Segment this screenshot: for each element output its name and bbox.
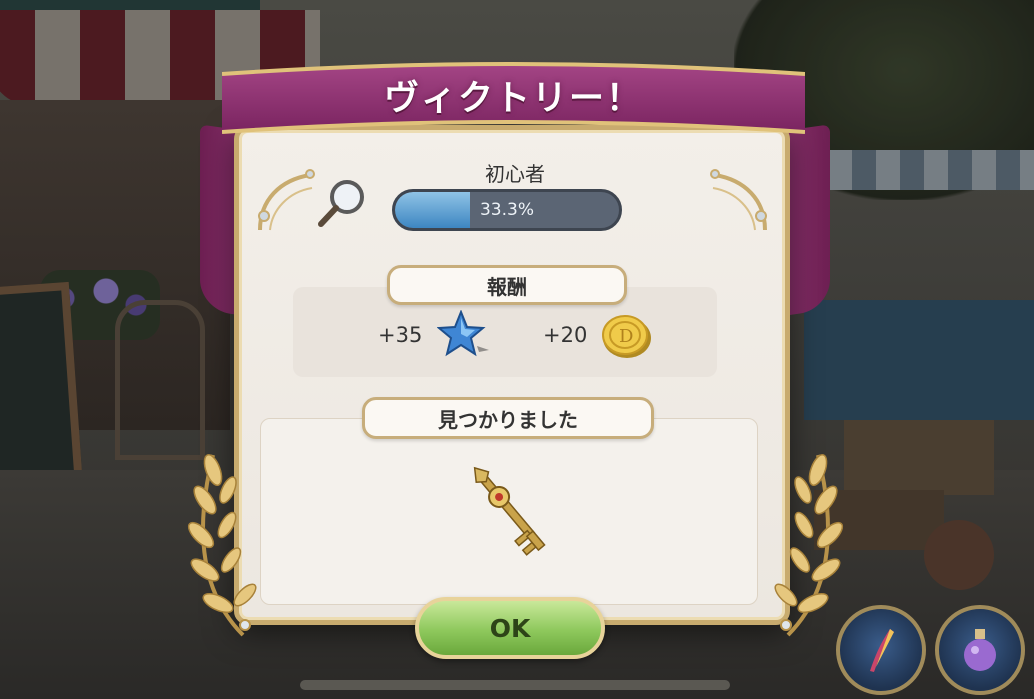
hint-button[interactable] bbox=[836, 605, 926, 695]
svg-text:D: D bbox=[619, 326, 633, 347]
ok-button[interactable]: OK bbox=[415, 597, 605, 659]
ok-button-label: OK bbox=[489, 613, 531, 643]
flower-pot bbox=[924, 520, 994, 590]
cafe-chair bbox=[115, 300, 205, 460]
chalkboard-sign bbox=[0, 281, 84, 495]
ornate-key-icon bbox=[473, 466, 546, 556]
found-heading: 見つかりました bbox=[362, 397, 654, 439]
rank-progress-bar: 33.3% bbox=[392, 189, 622, 231]
reward-heading-label: 報酬 bbox=[487, 274, 527, 299]
victory-title: ヴィクトリー！ bbox=[383, 79, 643, 119]
laurel-icon bbox=[187, 454, 257, 637]
found-heading-label: 見つかりました bbox=[438, 407, 578, 432]
market-stall bbox=[804, 300, 1034, 420]
coin-reward-amount: +20 bbox=[543, 323, 588, 347]
crate bbox=[844, 420, 994, 495]
potion-icon bbox=[964, 629, 996, 671]
star-reward-amount: +35 bbox=[378, 323, 423, 347]
stall-awning bbox=[804, 150, 1034, 190]
rank-progress-text: 33.3% bbox=[479, 200, 534, 220]
magnifier-icon bbox=[318, 180, 364, 227]
bottom-handle-bar bbox=[300, 680, 730, 690]
hint-feather-icon bbox=[870, 629, 894, 672]
corner-ornament-icon bbox=[710, 169, 767, 231]
coin-icon: D bbox=[602, 315, 651, 358]
reward-heading: 報酬 bbox=[387, 265, 627, 305]
star-icon bbox=[437, 310, 489, 357]
rank-label: 初心者 bbox=[485, 162, 545, 186]
laurel-icon bbox=[774, 454, 844, 637]
potion-button[interactable] bbox=[935, 605, 1025, 695]
title-ribbon: ヴィクトリー！ bbox=[222, 60, 805, 140]
